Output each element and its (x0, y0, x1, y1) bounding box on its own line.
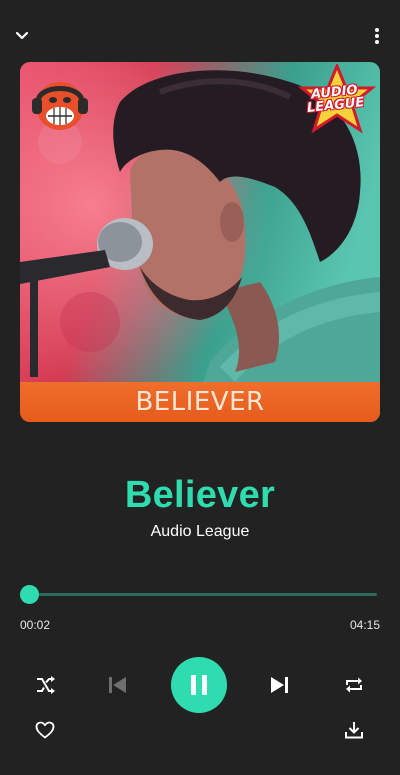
total-duration: 04:15 (349, 618, 380, 632)
download-icon (345, 722, 363, 739)
repeat-icon (346, 677, 362, 693)
pause-button[interactable] (171, 657, 227, 713)
top-bar (0, 0, 400, 70)
pause-icon (191, 675, 207, 695)
skip-next-icon (271, 677, 288, 693)
album-artwork: AUDIO LEAGUE BELIEVER (20, 62, 380, 422)
monkey-logo-icon (28, 72, 92, 136)
more-vertical-icon (375, 28, 379, 44)
song-artist[interactable]: Audio League (0, 523, 400, 541)
audio-league-badge: AUDIO LEAGUE (296, 62, 378, 136)
seek-thumb[interactable] (19, 585, 39, 604)
shuffle-icon (37, 676, 55, 694)
artwork-caption: BELIEVER (20, 382, 380, 422)
more-options-button[interactable] (365, 24, 389, 48)
chevron-down-icon (15, 31, 29, 40)
next-button[interactable] (267, 672, 293, 698)
skip-previous-icon (109, 677, 126, 693)
previous-button[interactable] (104, 672, 130, 698)
song-title: Believer (124, 474, 276, 516)
favorite-button[interactable] (32, 717, 58, 743)
shuffle-button[interactable] (32, 672, 58, 698)
download-button[interactable] (341, 717, 367, 743)
seek-bar[interactable] (26, 593, 377, 596)
collapse-button[interactable] (10, 24, 34, 48)
repeat-button[interactable] (341, 672, 367, 698)
heart-outline-icon (35, 721, 55, 739)
elapsed-time: 00:02 (20, 618, 51, 632)
